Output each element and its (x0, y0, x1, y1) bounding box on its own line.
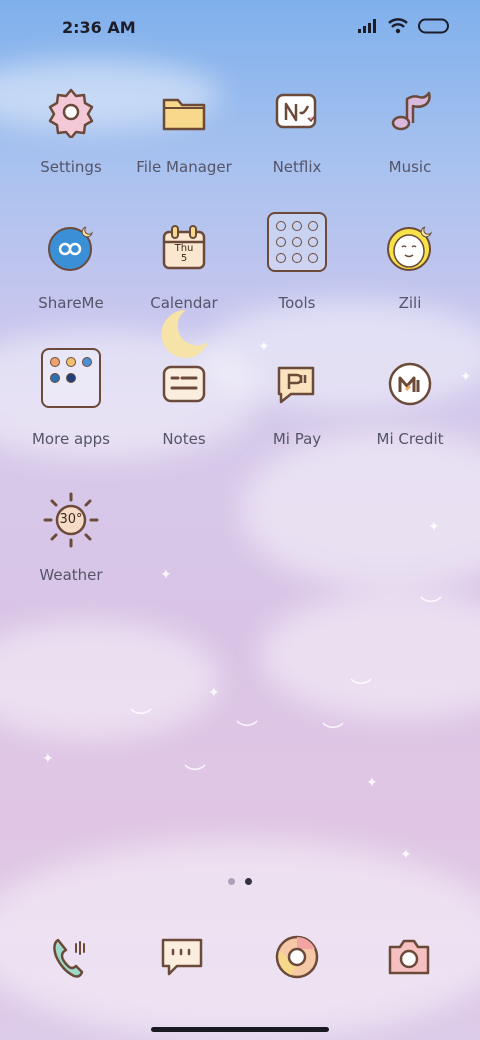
app-label: More apps (31, 430, 110, 448)
app-label: Mi Credit (376, 430, 444, 448)
app-music[interactable]: Music (350, 80, 470, 176)
app-mi-pay[interactable]: Mi Pay (237, 352, 357, 448)
app-label: Weather (39, 566, 103, 584)
app-netflix[interactable]: Netflix (237, 80, 357, 176)
app-label: File Manager (136, 158, 232, 176)
app-mi-credit[interactable]: Mi Credit (350, 352, 470, 448)
dock-camera[interactable] (377, 925, 441, 989)
page-indicator (0, 878, 480, 885)
app-file-manager[interactable]: File Manager (124, 80, 244, 176)
home-indicator[interactable] (151, 1027, 329, 1032)
wifi-icon (388, 18, 408, 34)
zili-icon (387, 226, 432, 271)
phone-icon (53, 938, 85, 978)
app-label: Calendar (150, 294, 218, 312)
app-label: Notes (162, 430, 206, 448)
calendar-date: 5 (180, 253, 188, 264)
app-label: Zili (398, 294, 422, 312)
app-notes[interactable]: Notes (124, 352, 244, 448)
app-label: Netflix (272, 158, 322, 176)
app-label: Tools (278, 294, 316, 312)
camera-icon (388, 939, 430, 975)
battery-icon (418, 18, 449, 34)
folder-icon (162, 98, 206, 131)
tools-folder-icon (267, 212, 327, 272)
app-label: Mi Pay (272, 430, 322, 448)
app-zili[interactable]: Zili (350, 216, 470, 312)
app-settings[interactable]: Settings (11, 80, 131, 176)
signal-icon (358, 19, 376, 33)
mi-credit-icon (388, 362, 432, 406)
status-bar: 2:36 AM (0, 0, 480, 56)
music-note-icon (391, 91, 431, 131)
app-label: ShareMe (38, 294, 104, 312)
dock-browser[interactable] (265, 925, 329, 989)
weather-temp: 30° (59, 512, 83, 527)
more-apps-folder-icon (41, 348, 101, 408)
dock-messages[interactable] (150, 925, 214, 989)
app-shareme[interactable]: ShareMe (11, 216, 131, 312)
messages-icon (161, 938, 203, 976)
dock (0, 925, 480, 989)
app-weather[interactable]: 30° Weather (11, 488, 131, 584)
settings-gear-icon (48, 88, 94, 138)
page-dot[interactable] (228, 878, 235, 885)
chrome-icon (275, 935, 319, 979)
app-label: Music (388, 158, 432, 176)
dock-phone[interactable] (39, 925, 103, 989)
status-time: 2:36 AM (62, 18, 136, 37)
shareme-icon (48, 226, 93, 271)
mi-pay-icon (277, 366, 315, 404)
app-calendar[interactable]: Thu 5 Calendar (124, 216, 244, 312)
page-dot-active[interactable] (245, 878, 252, 885)
notes-icon (162, 365, 206, 403)
app-label: Settings (40, 158, 102, 176)
netflix-icon (275, 93, 317, 129)
app-tools[interactable]: Tools (237, 210, 357, 312)
app-more-apps[interactable]: More apps (11, 346, 131, 448)
